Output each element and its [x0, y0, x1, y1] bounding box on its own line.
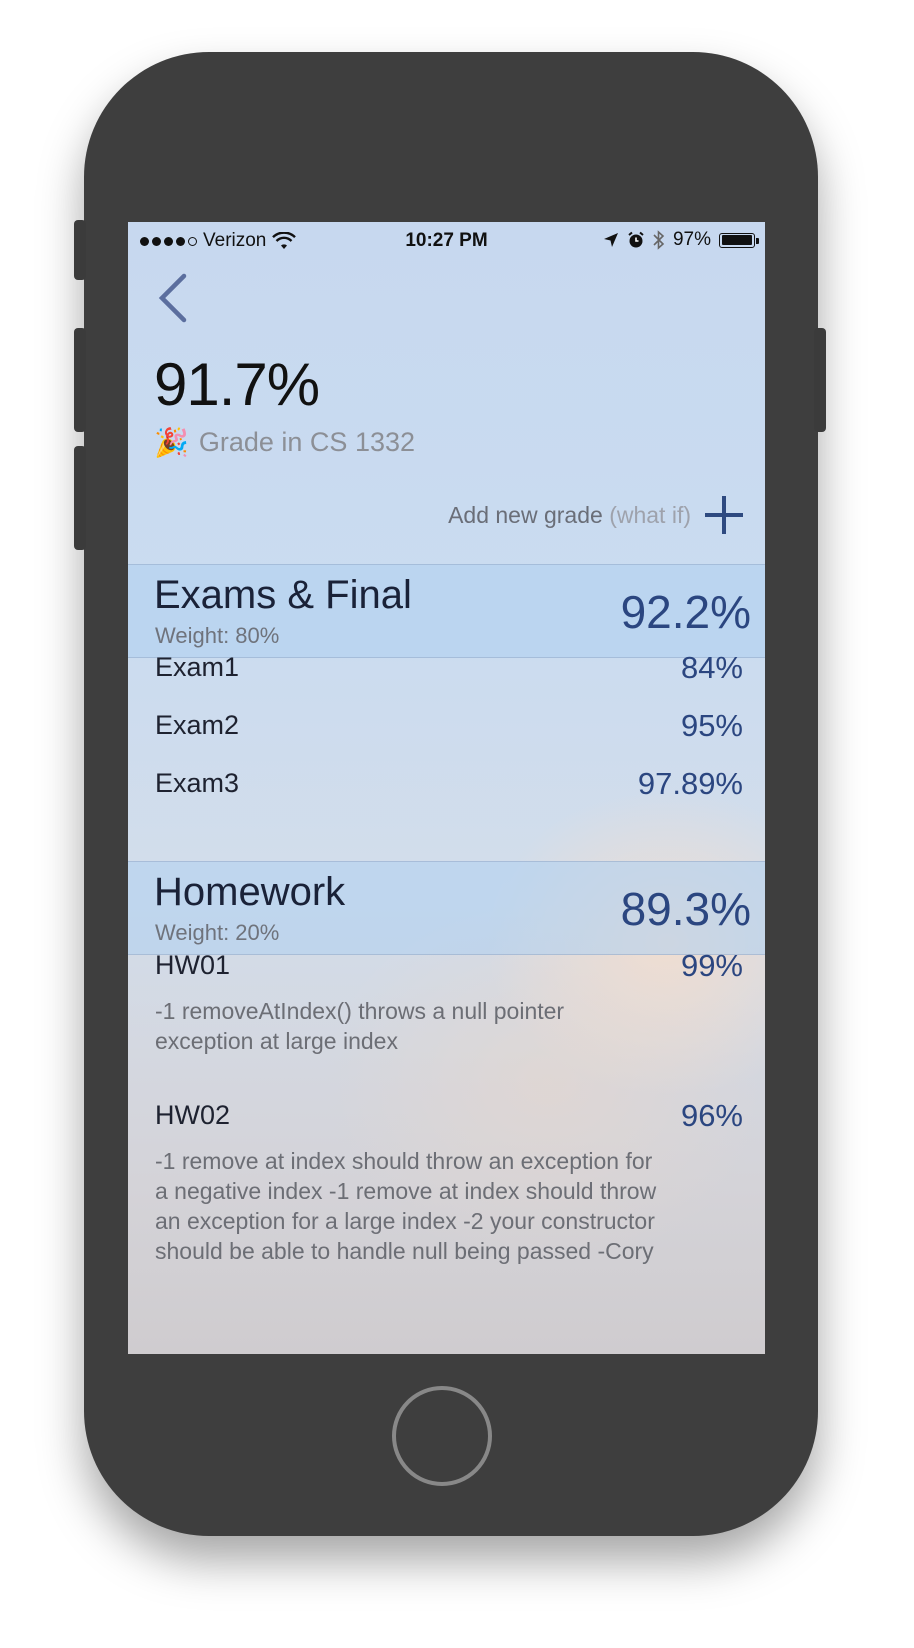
- app-screen: Verizon 10:27 PM 97% 91.7% 🎉 Grade in CS…: [128, 222, 765, 1354]
- status-bar: Verizon 10:27 PM 97%: [128, 222, 765, 258]
- category-average: 89.3%: [620, 883, 751, 935]
- item-score: 97.89%: [637, 766, 743, 801]
- item-name: HW02: [155, 1100, 231, 1130]
- category-average: 92.2%: [620, 586, 751, 638]
- back-chevron-icon[interactable]: [154, 272, 190, 324]
- home-button[interactable]: [392, 1386, 492, 1486]
- category-header-homework[interactable]: Homework Weight: 20% 89.3%: [128, 861, 765, 955]
- item-name: Exam2: [155, 710, 240, 740]
- item-name: Exam3: [155, 768, 240, 798]
- item-note: -1 remove at index should throw an excep…: [155, 1148, 657, 1264]
- battery-icon: [719, 232, 759, 248]
- category-weight: Weight: 80%: [155, 623, 280, 648]
- add-grade-label: Add new grade (what if): [448, 502, 691, 529]
- category-title: Homework: [154, 870, 346, 914]
- add-new-grade-button[interactable]: Add new grade (what if): [448, 496, 743, 534]
- plus-icon[interactable]: [705, 496, 743, 534]
- location-arrow-icon: [603, 233, 618, 247]
- item-score: 99%: [680, 948, 743, 983]
- mute-switch: [74, 220, 86, 280]
- add-grade-text: Add new grade: [448, 501, 603, 528]
- item-name: Exam1: [155, 652, 240, 682]
- power-button: [814, 328, 826, 432]
- what-if-hint: (what if): [609, 501, 691, 528]
- grade-item-hw02[interactable]: HW02 96% -1 remove at index should throw…: [155, 1098, 743, 1300]
- item-name: HW01: [155, 950, 231, 980]
- category-header-exams[interactable]: Exams & Final Weight: 80% 92.2%: [128, 564, 765, 658]
- grade-item-exam1[interactable]: Exam1 84%: [155, 650, 743, 692]
- grade-item-hw01[interactable]: HW01 99% -1 removeAtIndex() throws a nul…: [155, 948, 743, 1060]
- bluetooth-icon: [653, 230, 665, 250]
- volume-down-button: [74, 446, 86, 550]
- course-label: Grade in CS 1332: [198, 427, 416, 457]
- item-score: 95%: [680, 708, 743, 743]
- grade-item-exam2[interactable]: Exam2 95%: [155, 708, 743, 750]
- party-popper-icon: 🎉: [154, 427, 189, 458]
- volume-up-button: [74, 328, 86, 432]
- item-note: -1 removeAtIndex() throws a null pointer…: [155, 998, 565, 1054]
- battery-percent: 97%: [672, 229, 711, 250]
- category-weight: Weight: 20%: [155, 920, 280, 945]
- item-score: 96%: [680, 1098, 743, 1133]
- item-score: 84%: [680, 650, 743, 685]
- course-subtitle: 🎉 Grade in CS 1332: [154, 426, 415, 459]
- grade-item-exam3[interactable]: Exam3 97.89%: [155, 766, 743, 808]
- category-title: Exams & Final: [154, 573, 412, 617]
- alarm-icon: [628, 231, 644, 248]
- overall-grade: 91.7%: [154, 351, 320, 418]
